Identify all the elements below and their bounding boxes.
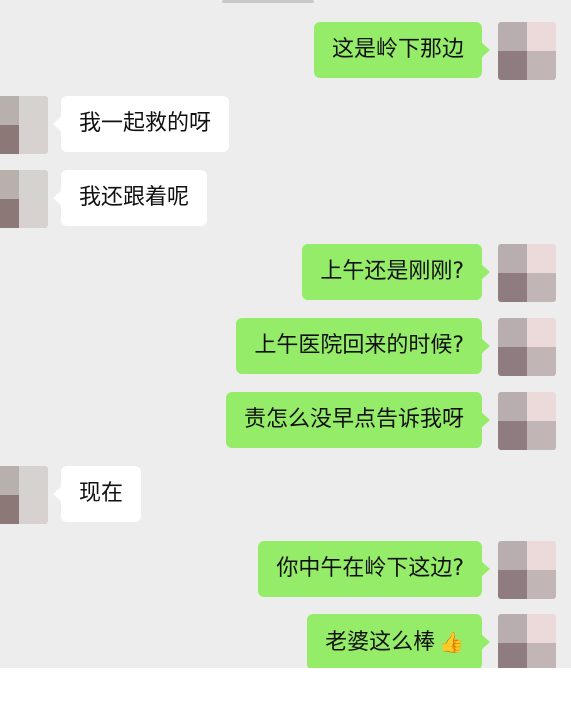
- avatar-pixel: [498, 273, 527, 302]
- avatar-pixel: [498, 244, 527, 273]
- avatar-other[interactable]: [0, 96, 48, 154]
- message-bubble-self[interactable]: 上午还是刚刚?: [302, 244, 490, 300]
- message-row: 我还跟着呢: [0, 170, 571, 228]
- message-row: 上午医院回来的时候?: [0, 318, 571, 376]
- avatar-pixel: [498, 541, 527, 570]
- message-bubble-self[interactable]: 这是岭下那边: [313, 22, 491, 78]
- message-bubble-self[interactable]: 你中午在岭下这边?: [258, 541, 490, 597]
- avatar-pixel: [527, 421, 556, 450]
- message-row: 你中午在岭下这边?: [0, 541, 571, 599]
- message-bubble-self[interactable]: 老婆这么棒 👍: [307, 614, 490, 670]
- avatar-pixel: [527, 273, 556, 302]
- avatar-pixel: [498, 51, 527, 80]
- avatar-pixel: [19, 125, 48, 154]
- avatar-pixel: [0, 495, 19, 524]
- avatar-pixel: [498, 421, 527, 450]
- avatar-pixel: [0, 125, 19, 154]
- message-bubble-other[interactable]: 我一起救的呀: [52, 96, 230, 152]
- avatar-self[interactable]: [498, 541, 556, 599]
- avatar-self[interactable]: [498, 392, 556, 450]
- avatar-pixel: [527, 51, 556, 80]
- avatar-pixel: [498, 392, 527, 421]
- message-row: 上午还是刚刚?: [0, 244, 571, 302]
- scroll-hint: [222, 0, 314, 3]
- avatar-pixel: [0, 170, 19, 199]
- avatar-pixel: [527, 392, 556, 421]
- avatar-other[interactable]: [0, 466, 48, 524]
- avatar-pixel: [0, 199, 19, 228]
- avatar-pixel: [19, 199, 48, 228]
- message-bubble-other[interactable]: 我还跟着呢: [52, 170, 208, 226]
- avatar-pixel: [527, 541, 556, 570]
- message-row: 这是岭下那边: [0, 22, 571, 80]
- avatar-pixel: [498, 347, 527, 376]
- avatar-pixel: [498, 318, 527, 347]
- avatar-pixel: [527, 570, 556, 599]
- message-bubble-self[interactable]: 上午医院回来的时候?: [236, 318, 490, 374]
- avatar-pixel: [527, 244, 556, 273]
- bottom-partial-area: [0, 668, 571, 725]
- avatar-pixel: [19, 466, 48, 495]
- message-row: 现在: [0, 466, 571, 524]
- avatar-pixel: [498, 22, 527, 51]
- avatar-pixel: [0, 96, 19, 125]
- message-text: 老婆这么棒: [325, 630, 436, 655]
- message-row: 责怎么没早点告诉我呀: [0, 392, 571, 450]
- avatar-self[interactable]: [498, 244, 556, 302]
- avatar-self[interactable]: [498, 318, 556, 376]
- avatar-self[interactable]: [498, 22, 556, 80]
- avatar-pixel: [527, 22, 556, 51]
- avatar-pixel: [498, 570, 527, 599]
- message-row: 老婆这么棒 👍: [0, 614, 571, 672]
- avatar-other[interactable]: [0, 170, 48, 228]
- avatar-pixel: [527, 318, 556, 347]
- message-row: 我一起救的呀: [0, 96, 571, 154]
- avatar-pixel: [19, 495, 48, 524]
- message-bubble-other[interactable]: 现在: [52, 466, 142, 522]
- avatar-pixel: [19, 96, 48, 125]
- thumbs-up-icon: 👍: [439, 630, 464, 654]
- avatar-pixel: [527, 614, 556, 643]
- avatar-self[interactable]: [498, 614, 556, 672]
- message-bubble-self[interactable]: 责怎么没早点告诉我呀: [225, 392, 491, 448]
- avatar-pixel: [498, 614, 527, 643]
- avatar-pixel: [0, 466, 19, 495]
- avatar-pixel: [527, 347, 556, 376]
- avatar-pixel: [19, 170, 48, 199]
